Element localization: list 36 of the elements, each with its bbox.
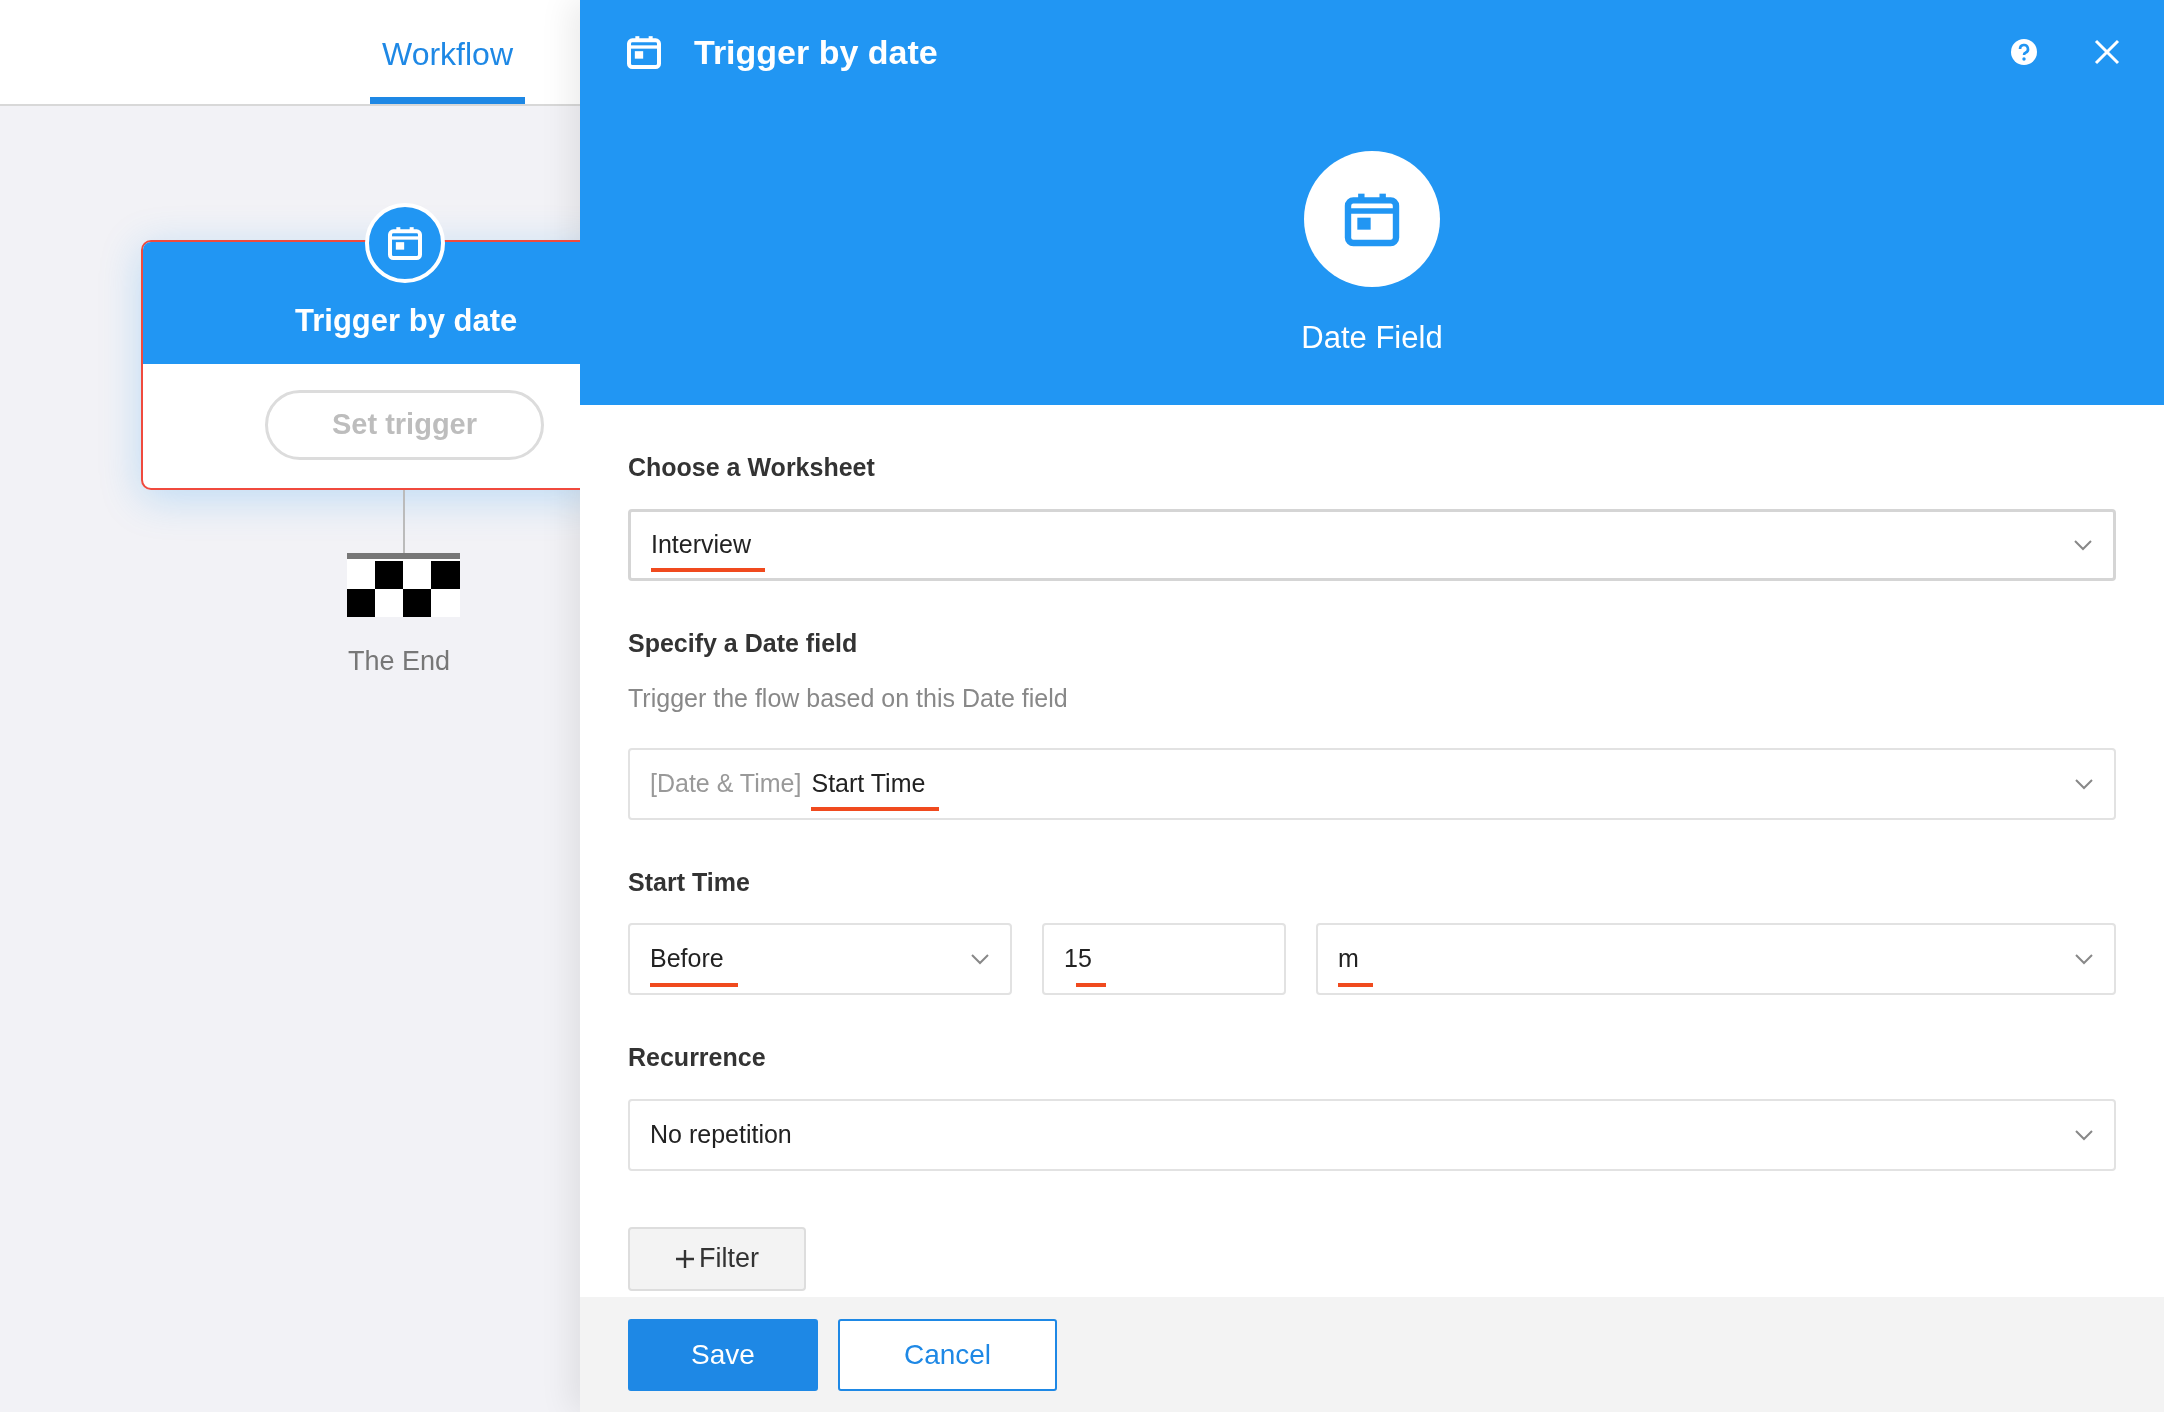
field-type-prefix: [Date & Time] bbox=[650, 767, 802, 799]
node-title: Trigger by date bbox=[295, 301, 518, 340]
help-icon[interactable] bbox=[2010, 38, 2038, 66]
chevron-down-icon bbox=[2074, 953, 2094, 965]
tab[interactable]: Workflow bbox=[370, 0, 525, 104]
field-value: m bbox=[1338, 944, 1359, 973]
dropdown-select[interactable]: Before bbox=[628, 923, 1012, 995]
dropdown-select[interactable]: m bbox=[1316, 923, 2116, 995]
panel-title: Trigger by date bbox=[694, 31, 939, 73]
save-button[interactable]: Save bbox=[628, 1318, 818, 1391]
chevron-down-icon bbox=[2073, 538, 2093, 551]
field-value: Start Time bbox=[811, 768, 926, 797]
section-hint: Trigger the flow based on this Date field bbox=[628, 683, 1069, 714]
trigger-type-label: Date Field bbox=[1301, 319, 1443, 357]
checkered-flag-icon bbox=[347, 553, 460, 617]
section-label: Recurrence bbox=[628, 1042, 767, 1073]
plus-icon bbox=[675, 1248, 695, 1269]
dropdown-select[interactable]: Interview bbox=[628, 508, 2116, 581]
add-filter-button[interactable]: Filter bbox=[628, 1226, 806, 1291]
field-value: 15 bbox=[1064, 944, 1092, 973]
field-value: Before bbox=[650, 944, 724, 973]
chevron-down-icon bbox=[2074, 1128, 2094, 1141]
field-value: Interview bbox=[651, 529, 752, 558]
close-icon[interactable] bbox=[2094, 39, 2120, 65]
dropdown-select[interactable]: [Date & Time] Start Time bbox=[628, 747, 2116, 820]
field-value: No repetition bbox=[650, 1119, 792, 1148]
number-field[interactable]: 15 bbox=[1042, 923, 1286, 995]
dropdown-select[interactable]: No repetition bbox=[628, 1098, 2116, 1171]
section-label: Specify a Date field bbox=[628, 627, 859, 659]
section-label: Choose a Worksheet bbox=[628, 452, 876, 483]
section-label: Start Time bbox=[628, 866, 751, 898]
connector-line bbox=[403, 490, 405, 554]
chevron-down-icon bbox=[970, 953, 990, 965]
cancel-button[interactable]: Cancel bbox=[838, 1318, 1057, 1391]
chevron-down-icon bbox=[2074, 777, 2094, 790]
end-label: The End bbox=[348, 645, 451, 678]
